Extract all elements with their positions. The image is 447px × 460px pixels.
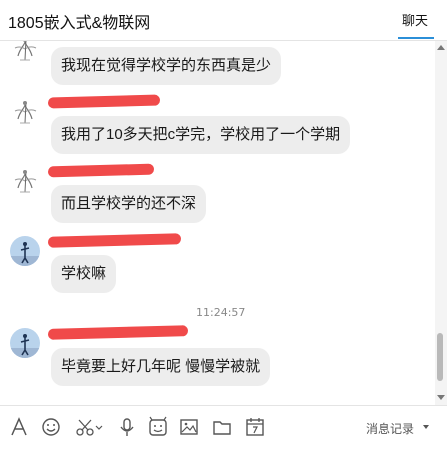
message-timestamp: 11:24:57: [196, 306, 246, 319]
scroll-up-icon[interactable]: [437, 45, 445, 50]
emoji-icon[interactable]: [40, 416, 62, 438]
chat-header: 1805嵌入式&物联网 聊天: [0, 0, 447, 41]
message-bubble[interactable]: 而且学校学的还不深: [51, 185, 207, 223]
sketch-avatar-icon[interactable]: [10, 166, 40, 196]
image-icon[interactable]: [178, 416, 200, 438]
chat-window: 1805嵌入式&物联网 聊天 我现在觉得学校学的东西真是少 我用了10多天把c学…: [0, 0, 447, 460]
tab-chat[interactable]: 聊天: [402, 10, 428, 29]
calendar-icon[interactable]: [244, 416, 266, 438]
message-bubble[interactable]: 我用了10多天把c学完，学校用了一个学期: [51, 116, 351, 154]
font-icon[interactable]: [8, 416, 30, 438]
group-title: 1805嵌入式&物联网: [8, 15, 151, 32]
message-bubble[interactable]: 毕竟要上好几年呢 慢慢学被就: [51, 348, 271, 386]
sender-name-redacted: [47, 94, 161, 109]
microphone-icon[interactable]: [116, 416, 138, 438]
message-list[interactable]: 我现在觉得学校学的东西真是少 我用了10多天把c学完，学校用了一个学期 而且学校…: [0, 41, 435, 405]
tab-active-indicator: [398, 37, 434, 39]
sticker-icon[interactable]: [147, 416, 169, 438]
sender-name-redacted: [47, 325, 189, 340]
message-bubble[interactable]: 学校嘛: [51, 255, 117, 293]
chevron-down-icon[interactable]: [423, 425, 429, 429]
message-history-link[interactable]: 消息记录: [366, 420, 414, 437]
photo-avatar-icon[interactable]: [10, 328, 40, 358]
sketch-avatar-icon[interactable]: [10, 41, 40, 64]
photo-avatar-icon[interactable]: [10, 236, 40, 266]
message-bubble[interactable]: 我现在觉得学校学的东西真是少: [51, 47, 282, 85]
sender-name-redacted: [47, 233, 182, 248]
sender-name-redacted: [47, 163, 155, 178]
scrollbar-thumb[interactable]: [437, 333, 443, 381]
scissors-icon[interactable]: [74, 416, 104, 438]
sketch-avatar-icon[interactable]: [10, 97, 40, 127]
folder-icon[interactable]: [211, 416, 233, 438]
scroll-down-icon[interactable]: [437, 395, 445, 400]
input-toolbar: 消息记录: [0, 405, 447, 450]
